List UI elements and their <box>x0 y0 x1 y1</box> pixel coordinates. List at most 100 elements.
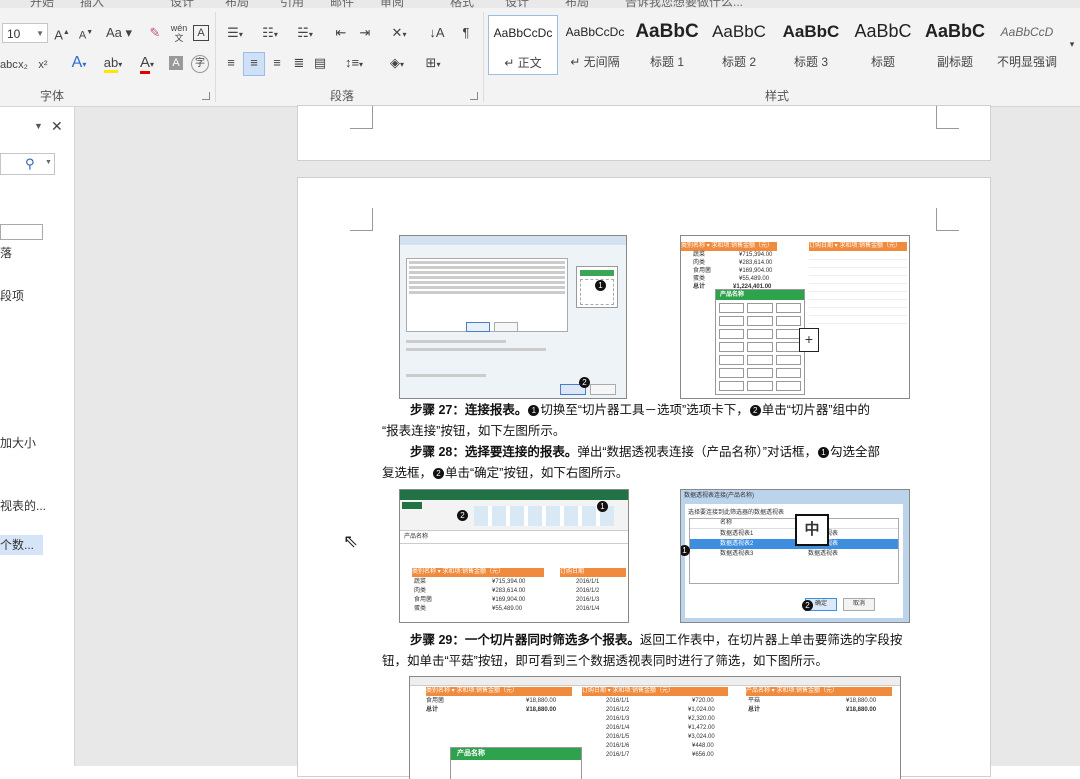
step-27-line-2: “报表连接”按钮，如下左图所示。 <box>382 424 566 438</box>
style-heading-1[interactable]: AaBbC 标题 1 <box>632 15 702 75</box>
step-29-line-2: 钮，如单击“平菇”按钮，即可看到三个数据透视表同时进行了筛选，如下图所示。 <box>382 654 828 668</box>
search-icon[interactable]: ⚲ <box>25 156 35 172</box>
clear-format-icon[interactable]: ✎ <box>146 23 164 43</box>
decrease-indent-icon[interactable]: ⇤ <box>332 23 350 43</box>
chinese-layout-icon[interactable]: ✕▾ <box>385 23 413 43</box>
slicer-panel: 产品名称 <box>715 289 805 395</box>
font-size-value: 10 <box>7 27 21 41</box>
crop-mark <box>350 106 373 129</box>
bullets-icon[interactable]: ☰▾ <box>220 23 250 43</box>
figure-excel-ribbon: 2 1 产品名称 类别名称 ▾ 求和项:销售金额（元） 订购日期 蔬菜 ¥715… <box>399 489 629 623</box>
style-title[interactable]: AaBbC 标题 <box>848 15 918 75</box>
tab-design[interactable]: 设计 <box>170 0 194 8</box>
paragraph-launcher-icon[interactable] <box>470 92 478 100</box>
ribbon: 开始 插入 设计 布局 引用 邮件 审阅 格式 设计 布局 告诉我您想要做什么.… <box>0 0 1080 107</box>
styles-gallery: AaBbCcDc ↵ 正文 AaBbCcDc ↵ 无间隔 AaBbC 标题 1 … <box>488 15 1072 77</box>
tab-insert[interactable]: 插入 <box>80 0 104 8</box>
text-effects-icon[interactable]: A▾ <box>66 53 92 73</box>
font-size-combo[interactable]: 10 ▼ <box>2 23 48 43</box>
increase-indent-icon[interactable]: ⇥ <box>356 23 374 43</box>
subscript-icon[interactable]: x₂ <box>16 55 30 75</box>
callout-2-icon: 2 <box>802 600 813 611</box>
multilevel-list-icon[interactable]: ☵▾ <box>290 23 320 43</box>
dialog-cancel-button <box>590 384 616 395</box>
ribbon-tab-strip: 开始 插入 设计 布局 引用 邮件 审阅 格式 设计 布局 告诉我您想要做什么.… <box>0 0 1080 8</box>
tab-references[interactable]: 引用 <box>280 0 304 8</box>
font-launcher-icon[interactable] <box>202 92 210 100</box>
pane-options-icon[interactable]: ▼ <box>34 121 43 131</box>
chevron-down-icon[interactable]: ▼ <box>36 24 44 44</box>
highlight-icon[interactable]: ab▾ <box>99 53 127 73</box>
font-color-icon[interactable]: A▾ <box>134 53 160 74</box>
align-center-icon[interactable]: ≡ <box>243 52 265 76</box>
shading-icon[interactable]: ◈▾ <box>382 53 412 73</box>
justify-icon[interactable]: ≣ <box>290 53 308 73</box>
tab-mailings[interactable]: 邮件 <box>330 0 354 8</box>
dialog-titlebar <box>400 236 626 245</box>
style-subtitle[interactable]: AaBbC 副标题 <box>920 15 990 75</box>
grow-font-icon[interactable]: A▲ <box>53 23 71 43</box>
strikethrough-icon[interactable]: abc <box>0 55 18 75</box>
style-no-spacing[interactable]: AaBbCcDc ↵ 无间隔 <box>560 15 630 75</box>
style-subtle-emphasis[interactable]: AaBbCcD 不明显强调 <box>992 15 1062 75</box>
callout-2-icon: 2 <box>749 405 761 417</box>
tab-home[interactable]: 开始 <box>30 0 54 8</box>
paragraph-group-label: 段落 <box>330 89 355 103</box>
line-spacing-icon[interactable]: ↕≡▾ <box>340 53 368 73</box>
superscript-icon[interactable]: x² <box>36 55 50 75</box>
distributed-icon[interactable]: ▤ <box>311 53 329 73</box>
tab-review[interactable]: 审阅 <box>380 0 404 8</box>
sort-icon[interactable]: ↓A <box>428 23 446 43</box>
slicer-panel: 产品名称 <box>450 747 582 779</box>
char-shading-icon[interactable]: A <box>169 56 183 70</box>
callout-1-icon: 1 <box>528 405 540 417</box>
align-right-icon[interactable]: ≡ <box>268 53 286 73</box>
input-method-indicator: 中 <box>795 514 829 546</box>
callout-1-icon: 1 <box>597 501 608 512</box>
group-separator <box>215 12 216 102</box>
change-case-icon[interactable]: Aa ▾ <box>104 23 134 43</box>
group-separator <box>483 12 484 102</box>
tab-table-design[interactable]: 设计 <box>505 0 529 8</box>
char-border-icon[interactable]: A <box>193 25 209 41</box>
callout-2-icon: 2 <box>433 468 445 480</box>
step-27-line-1: 步骤 27：连接报表。 1 切换至“切片器工具－选项”选项卡下， 2 单击“切片器”组中… <box>410 403 871 417</box>
tab-layout[interactable]: 布局 <box>225 0 249 8</box>
step-29-line-1: 步骤 29：一个切片器同时筛选多个报表。返回工作表中，在切片器上单击要筛选的字段… <box>410 633 903 647</box>
align-left-icon[interactable]: ≡ <box>222 53 240 73</box>
dialog-list <box>406 258 568 332</box>
navigation-pane: ▼ ✕ ⚲ ▼ 落 段项 加大小 视表的... 个数... <box>0 107 75 766</box>
callout-2-icon: 2 <box>457 510 468 521</box>
current-page: 1 2 类别名称 ▾ 求和项:销售金额（元） 订购日期 ▾ 求和项:销售金额（元… <box>297 177 991 779</box>
nav-heading-item[interactable]: 加大小 <box>0 434 36 451</box>
nav-heading-item[interactable]: 视表的... <box>0 497 46 514</box>
step-28-line-2: 复选框， 2 单击“确定”按钮，如下右图所示。 <box>382 466 629 480</box>
nav-heading-item[interactable]: 落 <box>0 244 12 261</box>
phonetic-guide-icon[interactable]: wén 文 <box>170 23 188 43</box>
document-area: 1 2 类别名称 ▾ 求和项:销售金额（元） 订购日期 ▾ 求和项:销售金额（元… <box>75 105 1080 779</box>
gallery-more-icon[interactable]: ▾ <box>1066 34 1078 54</box>
chevron-down-icon[interactable]: ▼ <box>45 159 52 166</box>
tell-me-box[interactable]: 告诉我您想要做什么... <box>625 0 743 8</box>
style-heading-2[interactable]: AaBbC 标题 2 <box>704 15 774 75</box>
close-icon[interactable]: ✕ <box>51 118 63 135</box>
nav-search-input[interactable]: ⚲ ▼ <box>0 153 55 175</box>
tab-table-layout[interactable]: 布局 <box>565 0 589 8</box>
numbering-icon[interactable]: ☷▾ <box>255 23 285 43</box>
styles-group-label: 样式 <box>765 89 790 103</box>
style-heading-3[interactable]: AaBbC 标题 3 <box>776 15 846 75</box>
borders-icon[interactable]: ⊞▾ <box>418 53 448 73</box>
arrow-cursor-icon: ⇖ <box>343 531 359 551</box>
nav-heading-item-selected[interactable]: 个数... <box>0 535 43 555</box>
callout-2-icon: 2 <box>579 377 590 388</box>
enclose-char-icon[interactable]: 字 <box>191 55 209 73</box>
crop-mark <box>936 208 959 231</box>
nav-filter-box[interactable] <box>0 224 43 240</box>
nav-heading-item[interactable]: 段项 <box>0 287 24 304</box>
crop-mark <box>936 106 959 129</box>
show-marks-icon[interactable]: ¶ <box>458 23 474 43</box>
shrink-font-icon[interactable]: A▼ <box>77 23 95 43</box>
callout-1-icon: 1 <box>595 280 606 291</box>
style-normal[interactable]: AaBbCcDc ↵ 正文 <box>488 15 558 75</box>
tab-format[interactable]: 格式 <box>450 0 474 8</box>
